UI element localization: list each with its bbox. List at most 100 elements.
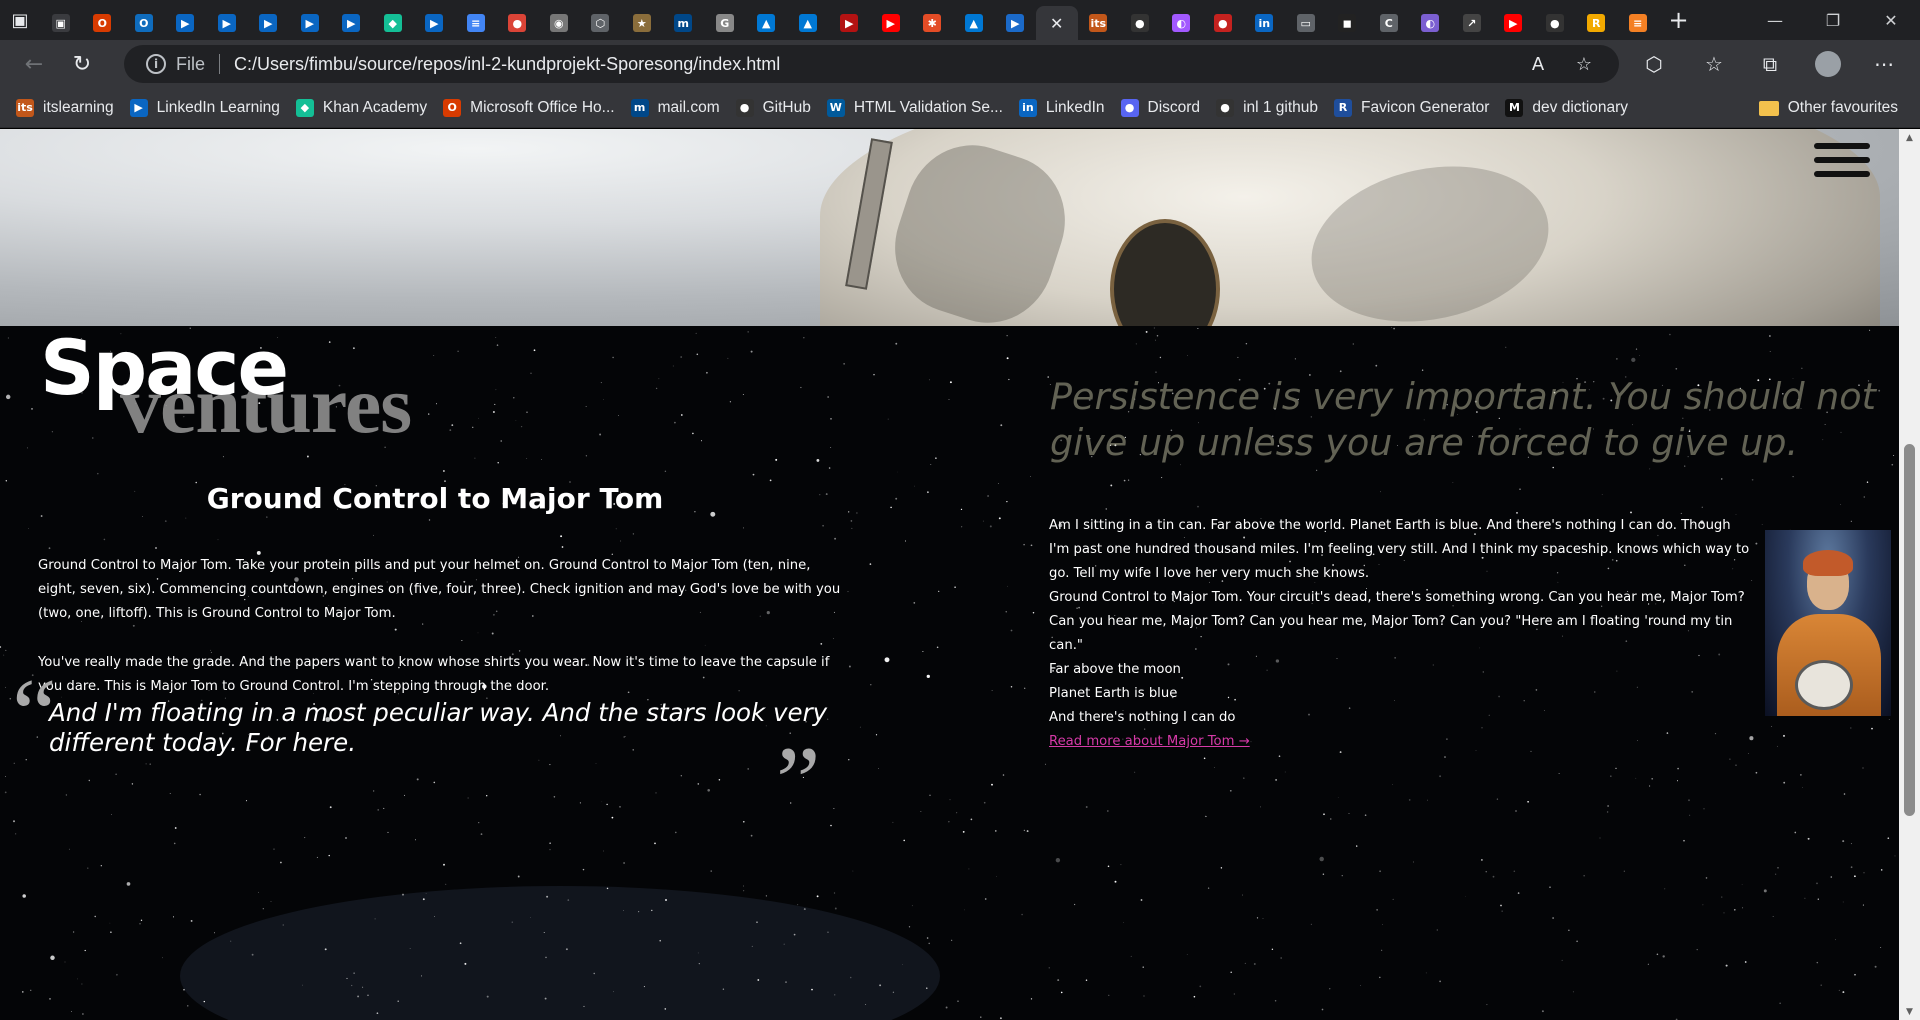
browser-tab[interactable]: ≡ [1617,6,1659,40]
lyrics-paragraph-2: You've really made the grade. And the pa… [38,655,830,694]
browser-tab[interactable]: ▣ [40,6,82,40]
extensions-icon[interactable]: ⬡ [1634,44,1674,84]
bookmark-item[interactable]: ● GitHub [735,92,811,124]
info-icon[interactable]: i [146,54,166,74]
minimize-button[interactable]: — [1746,0,1804,40]
star [1244,962,1246,964]
discord-icon: ● [1120,98,1139,117]
close-window-button[interactable]: ✕ [1862,0,1920,40]
bookmark-item[interactable]: W HTML Validation Se... [826,92,1003,124]
settings-more-icon[interactable]: ⋯ [1864,44,1904,84]
back-button[interactable]: ← [14,44,54,84]
browser-tab[interactable]: O [82,6,124,40]
browser-tab[interactable]: ● [497,6,539,40]
browser-tab[interactable]: ▭ [1285,6,1327,40]
browser-tab[interactable]: ▲ [953,6,995,40]
browser-tab[interactable]: ↗ [1451,6,1493,40]
browser-tab[interactable]: ● [1202,6,1244,40]
star [1500,904,1502,907]
bookmark-item[interactable]: ● Discord [1120,92,1200,124]
star [601,801,603,803]
bookmark-item[interactable]: ▶ LinkedIn Learning [129,92,280,124]
browser-tab[interactable]: O [123,6,165,40]
star [743,821,745,823]
profile-avatar[interactable] [1808,44,1848,84]
vertical-scrollbar[interactable]: ▲ ▼ [1899,129,1920,1020]
bookmark-item[interactable]: Mdev dictionary [1505,92,1628,124]
browser-tab[interactable]: ▶ [289,6,331,40]
star [606,887,609,890]
favourites-icon[interactable]: ☆ [1694,44,1734,84]
browser-tab[interactable]: ▲ [746,6,788,40]
close-icon[interactable]: ✕ [1048,14,1066,33]
star [443,863,445,866]
collections-icon[interactable]: ⧉ [1750,44,1790,84]
star [71,1011,72,1012]
browser-tab[interactable]: G [704,6,746,40]
browser-tab[interactable]: ◐ [1161,6,1203,40]
browser-tab[interactable]: in [1244,6,1286,40]
browser-tab[interactable]: ▶ [248,6,290,40]
bookmark-item[interactable]: ● inl 1 github [1216,92,1318,124]
scroll-down-arrow-icon[interactable]: ▼ [1899,1003,1920,1020]
browser-tab[interactable]: ◐ [1410,6,1452,40]
browser-tab[interactable]: ▶ [870,6,912,40]
browser-tab[interactable]: ▲ [787,6,829,40]
bookmark-item[interactable]: O Microsoft Office Ho... [443,92,615,124]
r-icon: R [1587,14,1606,32]
browser-tab[interactable]: ★ [621,6,663,40]
browser-tab[interactable]: its [1078,6,1120,40]
bookmark-item[interactable]: R Favicon Generator [1334,92,1489,124]
star [81,983,83,985]
star [1024,687,1026,689]
restore-button[interactable]: ❐ [1804,0,1862,40]
address-url[interactable]: C:/Users/fimbu/source/repos/inl-2-kundpr… [234,54,780,75]
browser-tab[interactable]: ● [1119,6,1161,40]
star [495,389,497,391]
new-tab-button[interactable]: + [1659,0,1699,40]
browser-tab[interactable]: ◼ [1327,6,1369,40]
star [116,973,118,976]
browser-tab[interactable]: ≡ [455,6,497,40]
refresh-button[interactable]: ↻ [62,44,102,84]
read-more-link[interactable]: Read more about Major Tom → [1049,730,1891,754]
scroll-up-arrow-icon[interactable]: ▲ [1899,129,1920,146]
star [623,909,624,911]
star [546,895,549,898]
browser-tab[interactable]: ◉ [538,6,580,40]
scrollbar-thumb[interactable] [1904,444,1915,816]
other-favourites-folder[interactable]: Other favourites [1758,92,1898,124]
linkedin-learning-icon: ▶ [300,14,319,32]
hamburger-menu-icon[interactable] [1814,143,1870,177]
address-bar[interactable]: i File C:/Users/fimbu/source/repos/inl-2… [124,45,1619,83]
tab-strip: ▣ ▣ O O ▶ ▶ ▶ ▶ ▶ ◆ ▶ ≡ ● ◉ ⬡ ★ m G ▲ ▲ ▶ ▶ ✱ ▲ ▶ ✕ its ● ◐ ● in ▭ ◼ C ◐ ↗… [0,0,1920,40]
browser-tab[interactable]: ▶ [331,6,373,40]
lyrics-paragraph-1: Ground Control to Major Tom. Take your p… [38,558,841,621]
bookmark-item[interactable]: ◆ Khan Academy [295,92,427,124]
browser-tab[interactable]: ◆ [372,6,414,40]
bookmark-item[interactable]: its itslearning [16,92,114,124]
logo-space-text[interactable]: Space [40,330,289,406]
browser-tab[interactable]: ▶ [1493,6,1535,40]
browser-tab[interactable]: ⬡ [580,6,622,40]
browser-tab[interactable]: ▶ [414,6,456,40]
star [913,602,916,604]
browser-tab[interactable]: ● [1534,6,1576,40]
browser-tab[interactable]: ▶ [165,6,207,40]
read-aloud-icon[interactable]: A [1525,51,1551,77]
star [1862,904,1864,906]
browser-tab[interactable]: ▶ [206,6,248,40]
active-tab[interactable]: ✕ [1036,6,1078,40]
browser-tab[interactable]: ▶ [829,6,871,40]
tab-actions-icon[interactable]: ▣ [0,0,40,40]
browser-tab[interactable]: R [1576,6,1618,40]
browser-tab[interactable]: ✱ [912,6,954,40]
browser-tab[interactable]: m [663,6,705,40]
star [1683,839,1685,842]
browser-tab[interactable]: ▶ [995,6,1037,40]
star [920,811,922,812]
bookmark-item[interactable]: m mail.com [630,92,720,124]
browser-tab[interactable]: C [1368,6,1410,40]
bookmark-item[interactable]: in LinkedIn [1018,92,1105,124]
add-favourite-icon[interactable]: ☆ [1571,51,1597,77]
